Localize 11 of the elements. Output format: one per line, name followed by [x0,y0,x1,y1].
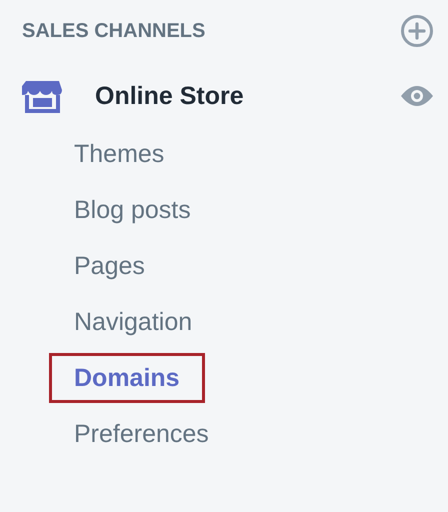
nav-link[interactable]: Themes [49,129,190,179]
nav-link[interactable]: Domains [49,353,205,403]
storefront-icon [22,79,63,113]
eye-icon[interactable] [400,85,434,107]
add-icon[interactable] [400,14,434,48]
nav-link[interactable]: Blog posts [49,185,216,235]
nav-link[interactable]: Preferences [49,409,234,459]
channel-name[interactable]: Online Store [95,82,244,110]
nav-link[interactable]: Pages [49,241,170,291]
section-title: SALES CHANNELS [22,20,206,42]
nav-link[interactable]: Navigation [49,297,218,347]
